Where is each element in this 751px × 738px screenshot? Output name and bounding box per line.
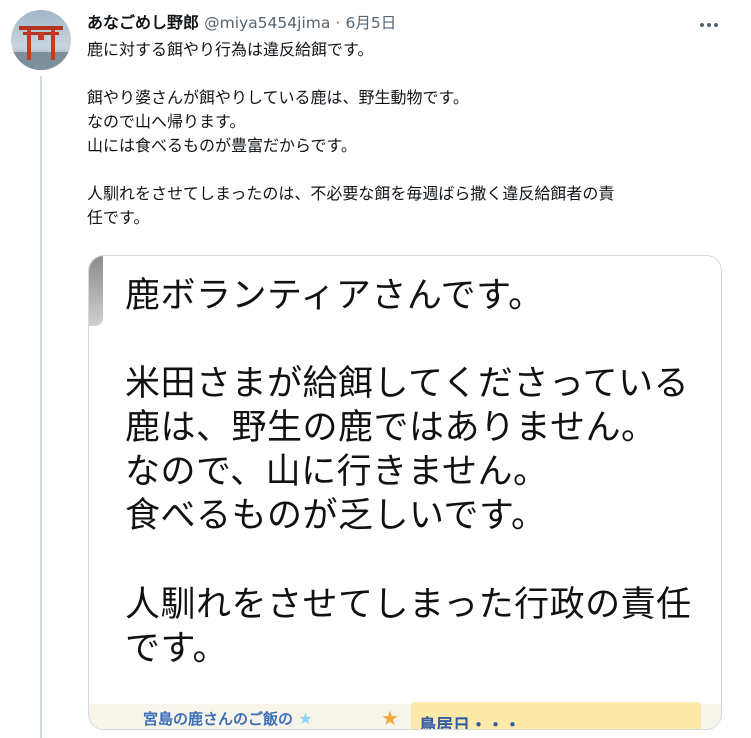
media-bottom-caption-text: 宮島の鹿さんのご飯の xyxy=(143,710,294,728)
more-options-button[interactable] xyxy=(694,10,724,40)
timestamp[interactable]: 6月5日 xyxy=(345,14,396,32)
tweet-card[interactable]: あなごめし野郎 @miya5454jima · 6月5日 鹿に対する餌やり行為は… xyxy=(0,0,751,738)
media-text-line: 鹿ボランティアさんです。 xyxy=(125,276,544,316)
display-name[interactable]: あなごめし野郎 xyxy=(87,13,199,32)
media-screenshot: 鹿ボランティアさんです。 米田さまが給餌してくださっている 鹿は、野生の鹿ではあ… xyxy=(89,256,721,729)
handle[interactable]: @miya5454jima xyxy=(204,14,330,32)
media-text-line: 食べるものが乏しいです。 xyxy=(125,496,547,536)
separator: · xyxy=(335,14,341,32)
tweet-text-line: なので山へ帰ります。 xyxy=(87,112,246,131)
avatar[interactable] xyxy=(11,10,71,70)
thread-line xyxy=(40,76,42,738)
tweet-text: 鹿に対する餌やり行為は違反給餌です。 餌やり婆さんが餌やりしている鹿は、野生動物… xyxy=(87,38,727,230)
more-horizontal-icon xyxy=(700,23,704,27)
avatar-torii-photo xyxy=(11,10,71,70)
media-text-line: なので、山に行きません。 xyxy=(125,452,549,492)
media-bottom-highlight-text: 鳥居日・・・ xyxy=(419,716,521,730)
media-bottom-caption: 宮島の鹿さんのご飯の ★ xyxy=(143,708,313,729)
media-partial-avatar xyxy=(89,256,103,326)
media-text-line: 米田さまが給餌してくださっている xyxy=(125,364,690,404)
tweet-media-image[interactable]: 鹿ボランティアさんです。 米田さまが給餌してくださっている 鹿は、野生の鹿ではあ… xyxy=(88,255,722,730)
tweet-text-blank xyxy=(87,62,727,86)
tweet-text-line: 山には食べるものが豊富だからです。 xyxy=(87,136,357,155)
tweet-text-line: 鹿に対する餌やり行為は違反給餌です。 xyxy=(87,40,374,59)
media-text-line: 人馴れをさせてしまった行政の責任 xyxy=(125,585,692,625)
star-icon: ★ xyxy=(298,709,313,728)
tweet-header: あなごめし野郎 @miya5454jima · 6月5日 xyxy=(87,11,396,35)
orange-star-icon: ★ xyxy=(381,706,399,730)
tweet-text-line: 人馴れをさせてしまったのは、不必要な餌を毎週ばら撒く違反給餌者の責 xyxy=(87,184,615,203)
tweet-text-line: 任です。 xyxy=(87,208,150,227)
tweet-text-line: 餌やり婆さんが餌やりしている鹿は、野生動物です。 xyxy=(87,88,469,107)
media-text-line: 鹿は、野生の鹿ではありません。 xyxy=(125,408,657,448)
media-text-line: です。 xyxy=(125,629,229,669)
tweet-text-blank xyxy=(87,158,727,182)
